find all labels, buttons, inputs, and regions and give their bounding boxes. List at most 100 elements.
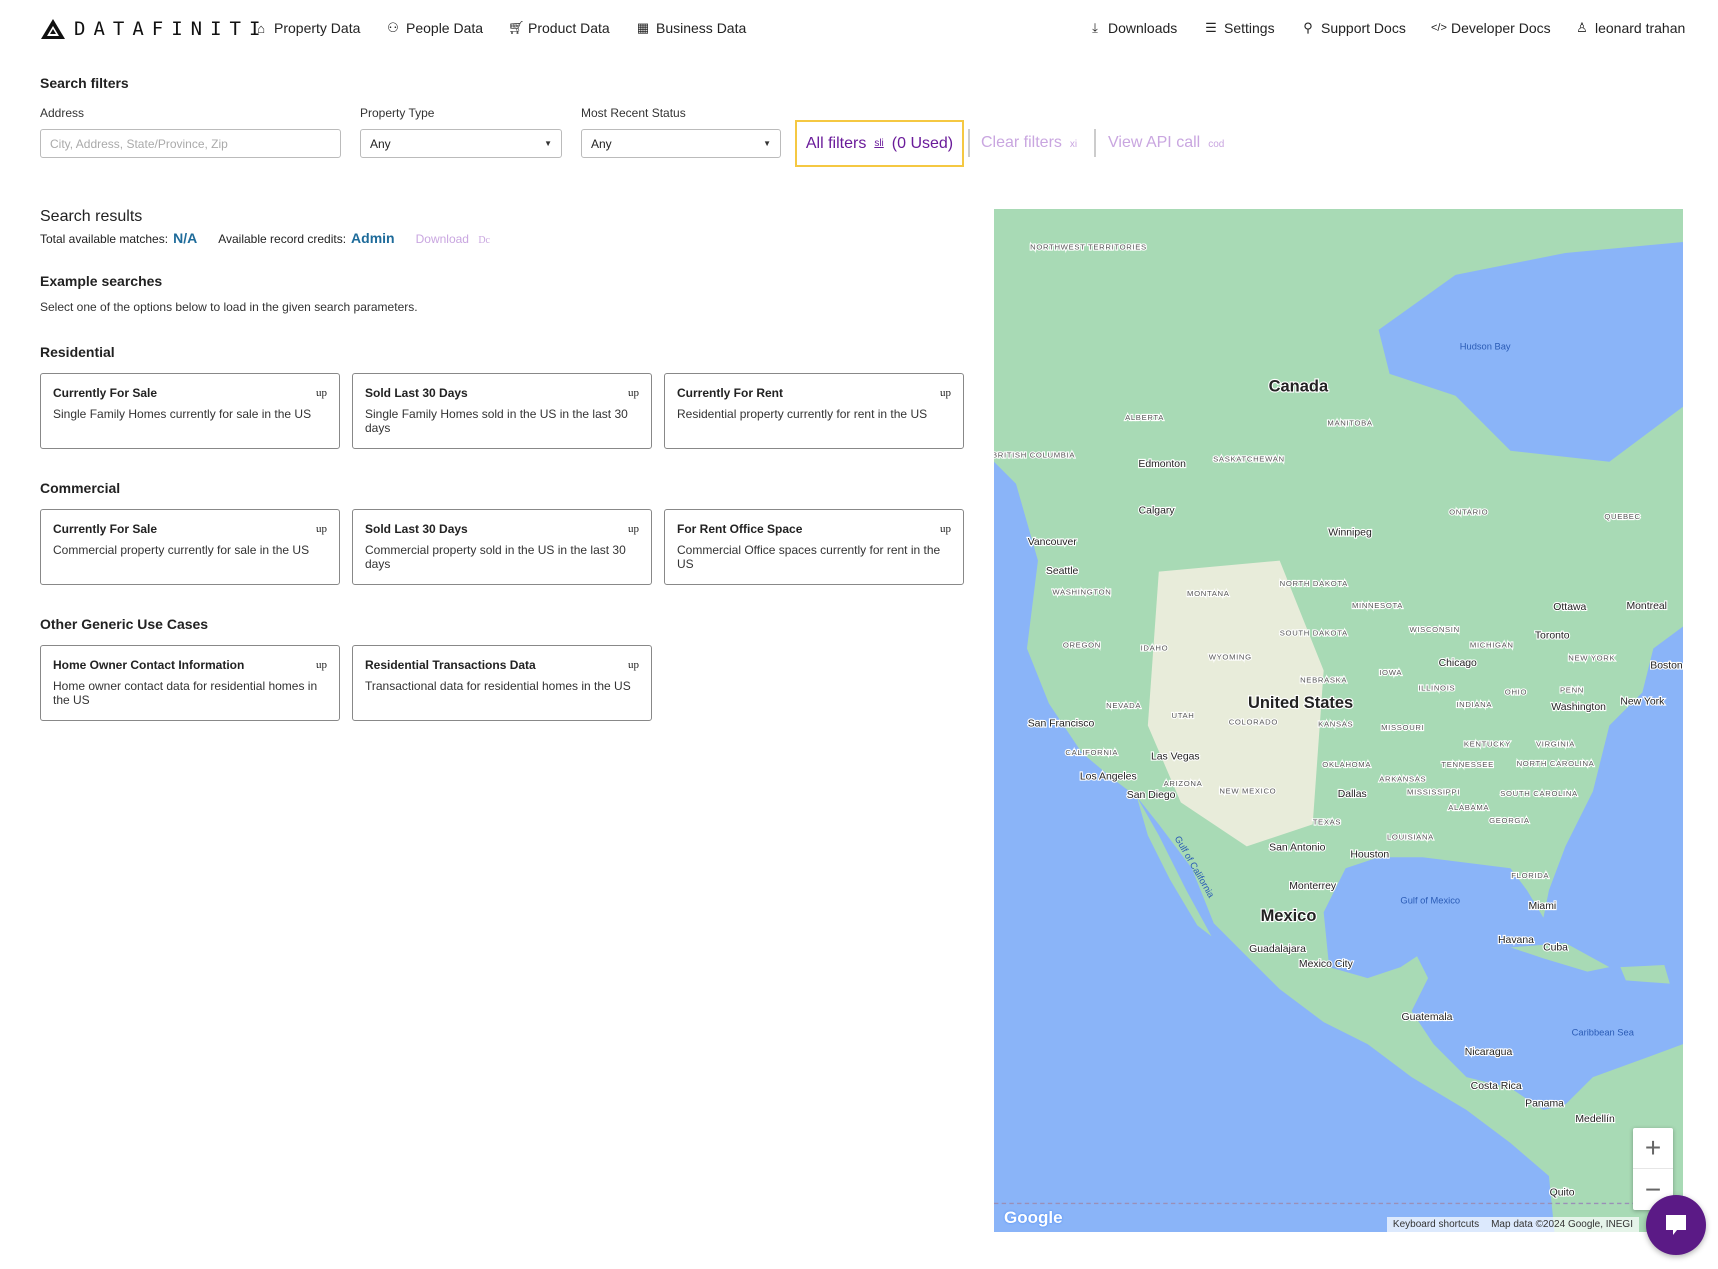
card-description: Transactional data for residential homes…: [365, 679, 631, 693]
nav-people-data[interactable]: ⚇ People Data: [386, 20, 483, 36]
map-label: NEW YORK: [1568, 654, 1615, 663]
map-label: FLORIDA: [1511, 871, 1549, 880]
logo-icon: [41, 19, 65, 39]
nav-business-data[interactable]: ▦ Business Data: [636, 20, 746, 36]
card-title: Sold Last 30 Days: [365, 386, 468, 400]
map-label: Montreal: [1626, 601, 1667, 612]
example-search-card[interactable]: Sold Last 30 Days Commercial property so…: [352, 509, 652, 585]
filters-used-count: (0 Used): [891, 134, 954, 152]
arrow-up-icon: up: [628, 387, 639, 399]
map-label: SASKATCHEWAN: [1213, 455, 1285, 464]
map-label: VIRGINIA: [1536, 739, 1575, 748]
card-title: Currently For Sale: [53, 522, 158, 536]
map-label: TENNESSEE: [1441, 760, 1494, 769]
example-search-card[interactable]: Home Owner Contact Information Home owne…: [40, 645, 340, 721]
map-label: Washington: [1551, 702, 1606, 713]
card-title: Currently For Sale: [53, 386, 158, 400]
map-label: BRITISH COLUMBIA: [994, 450, 1075, 459]
search-results-title: Search results: [40, 208, 143, 225]
download-icon: ⤓: [1092, 20, 1098, 35]
map[interactable]: Canada United States Mexico Hudson Bay Gulf …: [994, 209, 1683, 1232]
map-label: Quito: [1550, 1188, 1575, 1199]
map-label: Hudson Bay: [1460, 342, 1511, 352]
example-search-card[interactable]: Currently For Sale Commercial property c…: [40, 509, 340, 585]
nav-settings[interactable]: ☰ Settings: [1204, 20, 1274, 36]
example-searches-subtitle: Select one of the options below to load …: [40, 300, 418, 314]
clear-filters-label: Clear filters: [981, 134, 1062, 151]
download-icon: Dc: [478, 235, 490, 246]
map-label: KANSAS: [1318, 720, 1353, 729]
nav-product-data[interactable]: 🛒︎ Product Data: [508, 20, 610, 36]
clear-filters-button[interactable]: Clear filters xi: [981, 134, 1077, 152]
sliders-icon: sli: [874, 138, 884, 149]
sliders-icon: ☰: [1205, 20, 1217, 35]
nav-label: Business Data: [656, 20, 747, 36]
view-api-call-button[interactable]: View API call cod: [1108, 134, 1224, 152]
datafiniti-logo[interactable]: DATAFINITI: [40, 18, 268, 40]
map-label: KENTUCKY: [1464, 739, 1511, 748]
nav-label: Property Data: [274, 20, 361, 36]
nav-label: People Data: [406, 20, 484, 36]
map-label: Las Vegas: [1151, 752, 1200, 763]
map-label: INDIANA: [1456, 700, 1492, 709]
map-label: SOUTH DAKOTA: [1280, 628, 1348, 637]
user-icon: ♙: [1576, 20, 1588, 35]
example-search-card[interactable]: Residential Transactions Data Transactio…: [352, 645, 652, 721]
map-label: NEVADA: [1106, 701, 1141, 710]
cart-icon: 🛒︎: [508, 20, 525, 35]
results-summary: Total available matches: N/A Available r…: [40, 230, 490, 246]
nav-user-menu[interactable]: ♙ leonard trahan: [1575, 20, 1685, 36]
land-hispaniola: [1620, 964, 1670, 984]
matches-label: Total available matches:: [40, 232, 169, 246]
map-label: Boston: [1650, 660, 1683, 671]
address-input[interactable]: City, Address, State/Province, Zip: [40, 129, 341, 158]
arrow-up-icon: up: [628, 523, 639, 535]
map-label: NEW MEXICO: [1219, 787, 1276, 796]
zoom-in-button[interactable]: +: [1633, 1128, 1673, 1169]
map-label: Chicago: [1439, 658, 1477, 669]
map-label: TEXAS: [1313, 817, 1342, 826]
nav-downloads[interactable]: ⤓ Downloads: [1088, 20, 1177, 36]
nav-property-data[interactable]: ⌂ Property Data: [254, 20, 360, 36]
example-search-card[interactable]: Sold Last 30 Days Single Family Homes so…: [352, 373, 652, 449]
example-search-card[interactable]: Currently For Sale Single Family Homes c…: [40, 373, 340, 449]
map-label: Canada: [1269, 377, 1329, 395]
divider: [1094, 129, 1096, 157]
example-search-card[interactable]: For Rent Office Space Commercial Office …: [664, 509, 964, 585]
map-label: OREGON: [1063, 640, 1101, 649]
card-description: Single Family Homes sold in the US in th…: [365, 407, 628, 435]
card-description: Single Family Homes currently for sale i…: [53, 407, 312, 421]
property-type-label: Property Type: [360, 106, 435, 120]
map-label: Vancouver: [1028, 537, 1078, 548]
google-logo: Google: [1004, 1208, 1063, 1227]
nav-developer-docs[interactable]: </> Developer Docs: [1431, 20, 1551, 36]
status-select[interactable]: Any ▼: [581, 129, 781, 158]
map-label: IDAHO: [1141, 644, 1169, 653]
map-label: Guadalajara: [1249, 944, 1306, 955]
map-canvas[interactable]: Canada United States Mexico Hudson Bay Gulf …: [994, 209, 1683, 1232]
keyboard-shortcuts-link[interactable]: Keyboard shortcuts: [1386, 1217, 1486, 1232]
card-description: Commercial property sold in the US in th…: [365, 543, 626, 571]
card-title: For Rent Office Space: [677, 522, 803, 536]
card-title: Residential Transactions Data: [365, 658, 536, 672]
map-label: Gulf of Mexico: [1400, 895, 1460, 905]
nav-support-docs[interactable]: ⚲ Support Docs: [1301, 20, 1406, 36]
download-label: Download: [415, 232, 469, 246]
arrow-up-icon: up: [316, 659, 327, 671]
map-label: OHIO: [1505, 688, 1527, 697]
card-description: Home owner contact data for residential …: [53, 679, 318, 707]
example-search-card[interactable]: Currently For Rent Residential property …: [664, 373, 964, 449]
map-label: ILLINOIS: [1418, 683, 1455, 692]
arrow-up-icon: up: [628, 659, 639, 671]
logo-text: DATAFINITI: [74, 18, 269, 40]
nav-label: Support Docs: [1321, 20, 1406, 36]
download-button[interactable]: Download Dc: [416, 232, 490, 246]
property-type-select[interactable]: Any ▼: [360, 129, 562, 158]
chat-widget-button[interactable]: [1646, 1195, 1706, 1255]
map-label: Calgary: [1139, 505, 1176, 516]
location-pin-icon: ⚲: [1303, 20, 1313, 35]
nav-label: Developer Docs: [1451, 20, 1551, 36]
example-group-title: Residential: [40, 344, 115, 360]
all-filters-button[interactable]: All filters sli (0 Used): [795, 120, 964, 167]
map-label: Cuba: [1543, 943, 1568, 954]
